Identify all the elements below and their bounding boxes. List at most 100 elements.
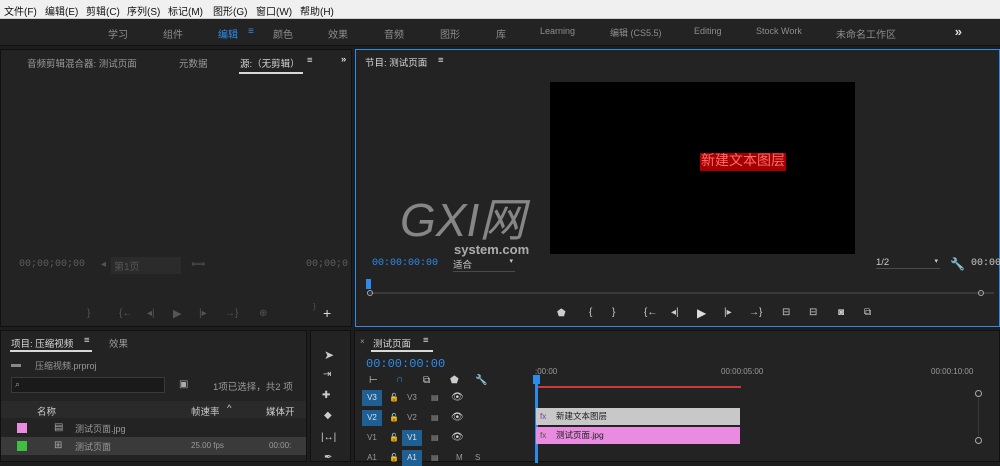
compare-icon[interactable]: ⧉ — [864, 307, 871, 318]
sync-icon[interactable]: ▤ — [431, 413, 439, 422]
workspace-cs55[interactable]: 编辑 (CS5.5) — [610, 26, 662, 39]
lock-icon[interactable]: 🔓 — [389, 433, 399, 442]
step-back-icon[interactable]: ◂| — [671, 307, 679, 318]
lift-icon[interactable]: ⊟ — [782, 307, 790, 318]
menu-marker[interactable]: 标记(M) — [168, 3, 203, 18]
eye-icon[interactable]: 👁 — [451, 392, 464, 403]
playhead-handle[interactable] — [533, 375, 540, 384]
hamburger-icon[interactable]: ≡ — [248, 26, 254, 37]
go-in-icon[interactable]: {← — [119, 308, 132, 319]
track-v2[interactable]: V2 — [402, 410, 422, 426]
camera-icon[interactable]: ◙ — [838, 307, 844, 318]
fit-select[interactable]: 适合 ▾ — [453, 257, 515, 272]
menu-clip[interactable]: 剪辑(C) — [86, 3, 120, 18]
track-v1-source[interactable]: V1 — [362, 430, 382, 446]
workspace-graphics[interactable]: 图形 — [440, 26, 460, 41]
workspace-color[interactable]: 颜色 — [273, 26, 293, 41]
list-item[interactable]: ▤ 测试页面.jpg — [1, 419, 306, 437]
sync-icon[interactable]: ▤ — [431, 433, 439, 442]
track-a1-source[interactable]: A1 — [362, 450, 382, 466]
mute-button[interactable]: M — [456, 453, 463, 462]
add-marker-icon[interactable]: ⬟ — [450, 375, 459, 386]
linked-select-icon[interactable]: ⧉ — [423, 375, 430, 386]
insert-icon[interactable]: ⊕ — [259, 308, 267, 319]
workspace-libraries[interactable]: 库 — [496, 26, 506, 41]
more-panels-icon[interactable]: » — [341, 54, 346, 65]
panel-menu-icon[interactable]: ≡ — [307, 55, 313, 66]
nest-icon[interactable]: ⊢ — [369, 375, 378, 386]
workspace-editing-active[interactable]: 编辑 — [218, 26, 238, 41]
work-area-bar[interactable] — [535, 386, 741, 388]
step-back-icon[interactable]: ◂| — [147, 308, 155, 319]
menu-graphics[interactable]: 图形(G) — [213, 3, 247, 18]
button-editor-icon[interactable]: } — [313, 302, 316, 311]
solo-button[interactable]: S — [475, 453, 480, 462]
col-name[interactable]: 名称 — [37, 404, 56, 418]
workspace-learning[interactable]: Learning — [540, 26, 575, 36]
zoom-handle-right[interactable] — [978, 290, 984, 296]
more-workspaces-icon[interactable]: » — [955, 24, 962, 39]
track-v2-source[interactable]: V2 — [362, 410, 382, 426]
project-menu-icon[interactable]: ≡ — [84, 335, 90, 346]
mark-out-icon[interactable]: } — [612, 307, 615, 318]
track-v3-source[interactable]: V3 — [362, 390, 382, 406]
step-forward-icon[interactable]: |▸ — [199, 308, 207, 319]
pen-tool-icon[interactable]: ✒ — [324, 452, 332, 463]
close-icon[interactable]: × — [360, 337, 365, 346]
tab-audio-clip-mixer[interactable]: 音频剪辑混合器: 测试页面 — [27, 56, 137, 70]
workspace-assembly[interactable]: 组件 — [163, 26, 183, 41]
ripple-edit-icon[interactable]: ✚ — [322, 390, 330, 401]
go-out-icon[interactable]: →} — [225, 308, 238, 319]
lock-icon[interactable]: 🔓 — [389, 393, 399, 402]
tab-metadata[interactable]: 元数据 — [179, 56, 208, 70]
clip-text-layer[interactable]: fx 新建文本图层 — [536, 408, 740, 425]
lock-icon[interactable]: 🔓 — [389, 413, 399, 422]
snap-icon[interactable]: ∩ — [396, 374, 403, 385]
workspace-effects[interactable]: 效果 — [328, 26, 348, 41]
zoom-handle[interactable] — [367, 290, 373, 296]
col-media[interactable]: 媒体开 — [266, 404, 295, 418]
eye-icon[interactable]: 👁 — [451, 432, 464, 443]
clip-image[interactable]: fx 测试页面.jpg — [536, 427, 740, 444]
wrench-icon[interactable]: 🔧 — [950, 257, 965, 271]
timeline-timecode[interactable]: 00:00:00:00 — [366, 357, 445, 371]
resolution-select[interactable]: 1/2 ▾ — [876, 257, 940, 269]
list-item-selected[interactable]: ⊞ 测试页面 25.00 fps 00:00: — [1, 437, 306, 455]
workspace-stock[interactable]: Stock Work — [756, 26, 802, 36]
source-timecode[interactable]: 00;00;00;00 — [19, 259, 85, 270]
workspace-editing[interactable]: Editing — [694, 26, 722, 36]
go-to-out-icon[interactable]: →} — [749, 307, 762, 318]
workspace-learn[interactable]: 学习 — [108, 26, 128, 41]
playhead[interactable] — [366, 279, 371, 289]
program-timecode[interactable]: 00:00:00:00 — [372, 258, 438, 269]
scroll-handle[interactable] — [975, 390, 982, 397]
page-select[interactable]: 第1页 — [111, 257, 181, 274]
workspace-audio[interactable]: 音频 — [384, 26, 404, 41]
program-title[interactable]: 节目: 测试页面 — [365, 55, 427, 69]
menu-window[interactable]: 窗口(W) — [256, 3, 292, 18]
program-menu-icon[interactable]: ≡ — [438, 55, 444, 66]
razor-tool-icon[interactable]: ◆ — [324, 410, 332, 421]
play-icon[interactable]: ▶ — [173, 307, 181, 320]
add-marker-icon[interactable]: ⬟ — [557, 308, 566, 319]
menu-sequence[interactable]: 序列(S) — [127, 3, 160, 18]
menu-help[interactable]: 帮助(H) — [300, 3, 334, 18]
workspace-untitled[interactable]: 未命名工作区 — [836, 26, 896, 41]
new-bin-icon[interactable]: ▣ — [179, 379, 188, 390]
menu-file[interactable]: 文件(F) — [4, 3, 37, 18]
sequence-menu-icon[interactable]: ≡ — [423, 335, 429, 346]
step-forward-icon[interactable]: |▸ — [724, 307, 732, 318]
extract-icon[interactable]: ⊟ — [809, 307, 817, 318]
tab-effects[interactable]: 效果 — [109, 336, 128, 350]
tab-project[interactable]: 项目: 压缩视频 — [11, 336, 73, 350]
tab-sequence[interactable]: 测试页面 — [373, 336, 411, 350]
slip-tool-icon[interactable]: |↔| — [321, 432, 336, 443]
track-v1[interactable]: V1 — [402, 430, 422, 446]
tab-source[interactable]: 源:（无剪辑） — [240, 56, 300, 70]
sync-icon[interactable]: ▤ — [431, 453, 439, 462]
sort-up-icon[interactable]: ^ — [227, 403, 231, 414]
search-input[interactable]: ⌕ — [11, 377, 165, 393]
lock-icon[interactable]: 🔓 — [389, 453, 399, 462]
scroll-handle[interactable] — [975, 437, 982, 444]
scrub-bar[interactable] — [369, 292, 994, 294]
